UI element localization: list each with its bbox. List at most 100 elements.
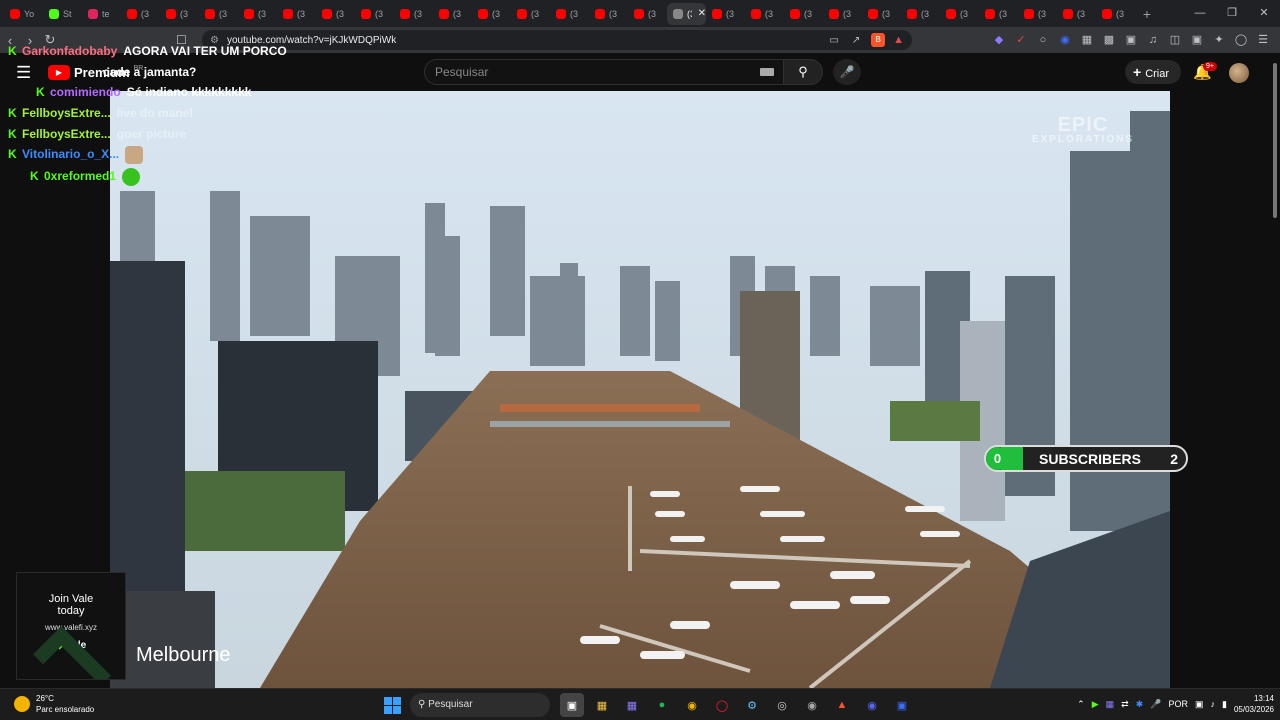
close-window-icon[interactable]: ✕	[1248, 0, 1280, 27]
language-indicator[interactable]: POR	[1168, 699, 1188, 709]
search-button[interactable]: ⚲	[783, 59, 823, 85]
voice-search-button[interactable]: 🎤	[833, 59, 861, 85]
weather-widget[interactable]: 26°C Parc ensolarado	[14, 693, 94, 715]
extension-icon[interactable]: ○	[1036, 33, 1050, 47]
extension-icon[interactable]: ✓	[1014, 33, 1028, 47]
page-scrollbar[interactable]	[1270, 53, 1280, 688]
tab-title: (3	[219, 8, 228, 19]
bluetooth-icon[interactable]: ✱	[1136, 699, 1144, 710]
file-explorer-icon[interactable]: ▦	[590, 693, 614, 717]
tray-app-icon[interactable]: ▶	[1092, 699, 1099, 710]
browser-tab[interactable]: (3	[862, 3, 901, 25]
browser-tab[interactable]: (3	[550, 3, 589, 25]
mic-tray-icon[interactable]: 🎤	[1150, 699, 1161, 710]
browser-tab[interactable]: (3	[160, 3, 199, 25]
browser-tab[interactable]: (3	[901, 3, 940, 25]
clock[interactable]: 13:14 05/03/2026	[1234, 693, 1274, 715]
url-field[interactable]: ⚙ youtube.com/watch?v=jKJkWDQPiWk ▭ ↗ B …	[202, 30, 912, 50]
extension-icon[interactable]: ▦	[1080, 33, 1094, 47]
music-icon[interactable]: ♫	[1146, 33, 1160, 47]
browser-tab[interactable]: (3	[784, 3, 823, 25]
browser-tab[interactable]: (3	[277, 3, 316, 25]
chat-message: K FellboysExtre... goer picture	[8, 127, 186, 141]
create-button[interactable]: + Criar	[1125, 60, 1181, 84]
chevron-up-icon[interactable]: ⌃	[1077, 699, 1085, 710]
menu-icon[interactable]: ☰	[1256, 33, 1270, 47]
tab-title: (3	[804, 8, 813, 19]
browser-tab[interactable]: (3	[823, 3, 862, 25]
extension-icon[interactable]: ◉	[1058, 33, 1072, 47]
leo-icon[interactable]: ✦	[1212, 33, 1226, 47]
minimize-icon[interactable]: —	[1184, 0, 1216, 27]
video-player[interactable]: EPIC EXPLORATIONS Melbourne	[110, 91, 1170, 688]
scrollbar-thumb[interactable]	[1273, 63, 1277, 218]
browser-tab[interactable]: (3	[316, 3, 355, 25]
browser-tab[interactable]: (3	[199, 3, 238, 25]
browser-tab[interactable]: te	[82, 3, 121, 25]
browser-tab[interactable]: (3 ✕	[667, 2, 706, 25]
share-icon[interactable]: ↗	[849, 35, 863, 46]
task-view-icon[interactable]: ▣	[560, 693, 584, 717]
browser-tab[interactable]: (3	[628, 3, 667, 25]
steam-icon[interactable]: ⚙	[740, 693, 764, 717]
taskbar-search[interactable]: ⚲ Pesquisar	[410, 693, 550, 717]
chat-message: K Garkonfadobaby AGORA VAI TER UM PORCO	[8, 44, 287, 58]
app-icon[interactable]: ◉	[800, 693, 824, 717]
tray-app-icon[interactable]: ▦	[1106, 699, 1115, 710]
brave-rewards-icon[interactable]: ▲	[893, 34, 904, 46]
network-icon[interactable]: ▣	[1195, 699, 1204, 710]
chat-username: comimiendo	[50, 85, 121, 99]
volume-icon[interactable]: ♪	[1211, 699, 1216, 709]
join-vale-ad[interactable]: Join Vale today www.valefi.xyz ◆ Vale	[16, 572, 126, 680]
browser-tab[interactable]: (3	[940, 3, 979, 25]
browser-tab[interactable]: (3	[472, 3, 511, 25]
tab-title: (3	[180, 8, 189, 19]
chat-text: cade a jamanta?	[103, 65, 197, 79]
browser-tab[interactable]: (3	[511, 3, 550, 25]
new-tab-button[interactable]: +	[1135, 6, 1159, 22]
menu-icon[interactable]: ☰	[16, 63, 31, 83]
puzzle-icon[interactable]: ▩	[1102, 33, 1116, 47]
vpn-icon[interactable]: ◯	[1234, 33, 1248, 47]
sidebar-icon[interactable]: ◫	[1168, 33, 1182, 47]
browser-tab[interactable]: (3	[355, 3, 394, 25]
battery-icon[interactable]: ▮	[1222, 699, 1227, 710]
browser-tab[interactable]: (3	[589, 3, 628, 25]
browser-tab[interactable]: (3	[706, 3, 745, 25]
extension-icon[interactable]: ◆	[992, 33, 1006, 47]
app-icon[interactable]: ▣	[890, 693, 914, 717]
browser-tab[interactable]: (3	[979, 3, 1018, 25]
search-input[interactable]: Pesquisar	[424, 59, 786, 85]
wallet-icon[interactable]: ▣	[1190, 33, 1204, 47]
spotify-icon[interactable]: ●	[650, 693, 674, 717]
browser-tab[interactable]: Yo	[4, 3, 43, 25]
discord-icon[interactable]: ◉	[860, 693, 884, 717]
cast-icon[interactable]: ▭	[827, 35, 841, 46]
browser-tab[interactable]: (3	[1018, 3, 1057, 25]
restore-icon[interactable]: ❐	[1216, 0, 1248, 27]
browser-tab[interactable]: (3	[394, 3, 433, 25]
browser-tab[interactable]: St	[43, 3, 82, 25]
close-tab-icon[interactable]: ✕	[698, 8, 706, 19]
browser-tab[interactable]: (3	[745, 3, 784, 25]
keyboard-icon[interactable]	[760, 68, 774, 76]
tab-favicon-icon	[88, 8, 98, 19]
browser-tab[interactable]: (3	[238, 3, 277, 25]
browser-tab[interactable]: (3	[1096, 3, 1135, 25]
app-grid-icon[interactable]: ▦	[620, 693, 644, 717]
avatar[interactable]	[1229, 63, 1249, 83]
screenshot-icon[interactable]: ▣	[1124, 33, 1138, 47]
brave-icon[interactable]: ▲	[830, 693, 854, 717]
obs-icon[interactable]: ◎	[770, 693, 794, 717]
chat-text: AGORA VAI TER UM PORCO	[123, 44, 287, 58]
opera-icon[interactable]: ◯	[710, 693, 734, 717]
browser-tab[interactable]: (3	[1057, 3, 1096, 25]
brave-shields-icon[interactable]: B	[871, 33, 886, 47]
chrome-icon[interactable]: ◉	[680, 693, 704, 717]
browser-tab[interactable]: (3	[433, 3, 472, 25]
browser-tab[interactable]: (3	[121, 3, 160, 25]
tab-favicon-icon	[985, 8, 995, 19]
chat-username: FellboysExtre...	[22, 127, 111, 141]
start-button[interactable]	[380, 693, 404, 717]
tray-app-icon[interactable]: ⇄	[1121, 699, 1129, 710]
